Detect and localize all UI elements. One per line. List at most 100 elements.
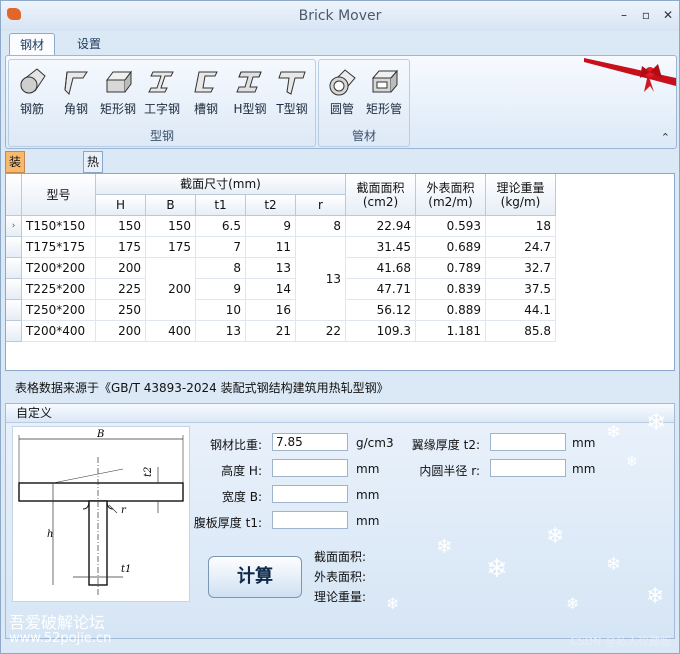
table-cell-area[interactable]: 56.12 xyxy=(346,300,416,321)
density-field[interactable]: 7.85 xyxy=(272,433,348,451)
web-thickness-field[interactable] xyxy=(272,511,348,529)
height-field[interactable] xyxy=(272,459,348,477)
table-cell-t1[interactable]: 10 xyxy=(196,300,246,321)
table-cell-H[interactable]: 225 xyxy=(96,279,146,300)
flange-thickness-unit: mm xyxy=(572,436,596,450)
width-field[interactable] xyxy=(272,485,348,503)
tab-assembled-t-steel[interactable]: 装配式T型钢 xyxy=(5,151,26,269)
table-cell-model[interactable]: T250*200 xyxy=(22,300,96,321)
header-weight[interactable]: 理论重量 (kg/m) xyxy=(486,174,556,216)
table-cell-b-merged[interactable]: 200 xyxy=(146,258,196,321)
snowflake-icon: ❄ xyxy=(566,594,580,613)
header-r[interactable]: r xyxy=(296,195,346,216)
row-selector[interactable] xyxy=(6,300,22,321)
close-icon[interactable]: ✕ xyxy=(659,7,677,23)
channel-steel-icon xyxy=(194,71,218,93)
table-cell-t1[interactable]: 13 xyxy=(196,321,246,342)
table-cell-t1[interactable]: 7 xyxy=(196,237,246,258)
table-cell-t2[interactable]: 21 xyxy=(246,321,296,342)
inner-radius-field[interactable] xyxy=(490,459,566,477)
table-cell-surface[interactable]: 0.689 xyxy=(416,237,486,258)
table-cell-weight[interactable]: 44.1 xyxy=(486,300,556,321)
table-cell-area[interactable]: 109.3 xyxy=(346,321,416,342)
table-cell-model[interactable]: T175*175 xyxy=(22,237,96,258)
table-cell-area[interactable]: 41.68 xyxy=(346,258,416,279)
minimize-icon[interactable]: – xyxy=(615,7,633,23)
table-cell-H[interactable]: 175 xyxy=(96,237,146,258)
calculate-button[interactable]: 计算 xyxy=(208,556,302,598)
i-beam-button[interactable]: 工字钢 xyxy=(141,64,183,122)
table-cell-t2[interactable]: 11 xyxy=(246,237,296,258)
dim-t1: t1 xyxy=(121,564,131,575)
table-cell-surface[interactable]: 0.789 xyxy=(416,258,486,279)
flange-thickness-field[interactable] xyxy=(490,433,566,451)
table-cell-t2[interactable]: 14 xyxy=(246,279,296,300)
h-beam-button[interactable]: H型钢 xyxy=(229,64,271,122)
dim-r: r xyxy=(121,505,127,516)
header-t2[interactable]: t2 xyxy=(246,195,296,216)
table-cell-area[interactable]: 22.94 xyxy=(346,216,416,237)
collapse-ribbon-icon[interactable]: ⌃ xyxy=(661,131,670,144)
table-cell-surface[interactable]: 1.181 xyxy=(416,321,486,342)
table-cell-weight[interactable]: 85.8 xyxy=(486,321,556,342)
height-label: 高度 H: xyxy=(221,464,262,478)
table-cell-H[interactable]: 200 xyxy=(96,258,146,279)
table-cell-H[interactable]: 250 xyxy=(96,300,146,321)
table-cell-r-merged[interactable]: 13 xyxy=(296,237,346,321)
row-selector[interactable] xyxy=(6,321,22,342)
table-cell-weight[interactable]: 18 xyxy=(486,216,556,237)
table-cell-area[interactable]: 31.45 xyxy=(346,237,416,258)
table-cell-surface[interactable]: 0.839 xyxy=(416,279,486,300)
table-cell-model[interactable]: T200*200 xyxy=(22,258,96,279)
row-selector[interactable] xyxy=(6,237,22,258)
table-cell-t1[interactable]: 8 xyxy=(196,258,246,279)
table-cell-weight[interactable]: 37.5 xyxy=(486,279,556,300)
header-b[interactable]: B xyxy=(146,195,196,216)
maximize-icon[interactable]: ▫ xyxy=(637,7,655,23)
ribbon-tabs: 钢材 设置 xyxy=(1,31,679,56)
row-selector[interactable]: › xyxy=(6,216,22,237)
table-cell-model[interactable]: T225*200 xyxy=(22,279,96,300)
table-cell-area[interactable]: 47.71 xyxy=(346,279,416,300)
group-pipes: 圆管 矩形管 管材 xyxy=(318,59,410,147)
tab-hot-rolled-t-steel[interactable]: 热轧T型钢 xyxy=(83,151,104,249)
rect-steel-button[interactable]: 矩形钢 xyxy=(97,64,139,122)
table-cell-H[interactable]: 150 xyxy=(96,216,146,237)
row-selector[interactable] xyxy=(6,258,22,279)
round-pipe-button[interactable]: 圆管 xyxy=(321,64,363,122)
header-area[interactable]: 截面面积 (cm2) xyxy=(346,174,416,216)
table-cell-B[interactable]: 150 xyxy=(146,216,196,237)
table-cell-model[interactable]: T200*400 xyxy=(22,321,96,342)
table-cell-r[interactable]: 22 xyxy=(296,321,346,342)
tab-steel[interactable]: 钢材 xyxy=(9,33,56,56)
rebar-button[interactable]: 钢筋 xyxy=(11,64,53,122)
header-h[interactable]: H xyxy=(96,195,146,216)
flange-thickness-label: 翼缘厚度 t2: xyxy=(411,438,480,452)
angle-steel-button[interactable]: 角钢 xyxy=(55,64,97,122)
table-cell-weight[interactable]: 32.7 xyxy=(486,258,556,279)
table-cell-t2[interactable]: 13 xyxy=(246,258,296,279)
table-cell-t1[interactable]: 9 xyxy=(196,279,246,300)
table-cell-surface[interactable]: 0.593 xyxy=(416,216,486,237)
t-steel-button[interactable]: T型钢 xyxy=(271,64,313,122)
table-cell-H[interactable]: 200 xyxy=(96,321,146,342)
table-cell-r[interactable]: 8 xyxy=(296,216,346,237)
table-cell-t2[interactable]: 16 xyxy=(246,300,296,321)
table-cell-weight[interactable]: 24.7 xyxy=(486,237,556,258)
table-cell-B[interactable]: 175 xyxy=(146,237,196,258)
row-selector[interactable] xyxy=(6,279,22,300)
header-model[interactable]: 型号 xyxy=(22,174,96,216)
channel-steel-button[interactable]: 槽钢 xyxy=(185,64,227,122)
table-cell-B[interactable]: 400 xyxy=(146,321,196,342)
table-cell-t2[interactable]: 9 xyxy=(246,216,296,237)
custom-title: 自定义 xyxy=(6,404,674,423)
rect-pipe-button[interactable]: 矩形管 xyxy=(363,64,405,122)
header-t1[interactable]: t1 xyxy=(196,195,246,216)
header-surface[interactable]: 外表面积 (m2/m) xyxy=(416,174,486,216)
density-unit: g/cm3 xyxy=(356,436,394,450)
table-cell-model[interactable]: T150*150 xyxy=(22,216,96,237)
density-label: 钢材比重: xyxy=(209,438,262,452)
table-cell-surface[interactable]: 0.889 xyxy=(416,300,486,321)
table-cell-t1[interactable]: 6.5 xyxy=(196,216,246,237)
tab-settings[interactable]: 设置 xyxy=(67,33,111,55)
